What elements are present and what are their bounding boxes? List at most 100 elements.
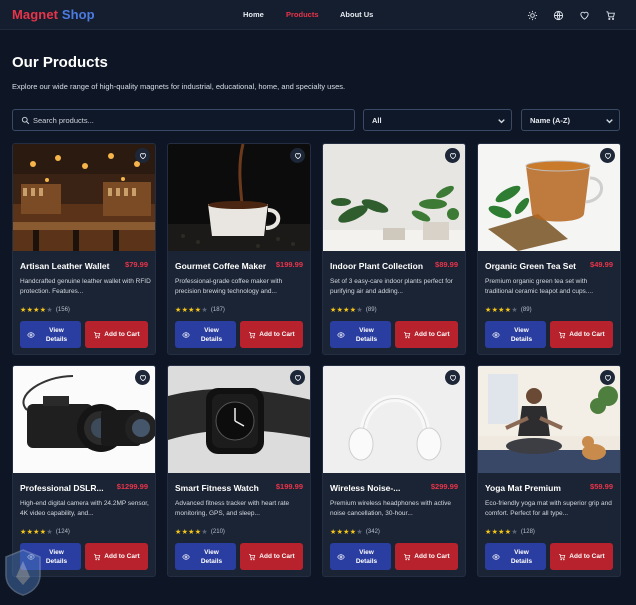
view-details-label: View Details xyxy=(510,548,533,565)
product-image[interactable] xyxy=(13,366,155,473)
heart-icon xyxy=(449,152,456,159)
eye-icon xyxy=(181,553,190,560)
search-icon xyxy=(21,116,30,125)
product-card[interactable]: Smart Fitness Watch $199.99 Advanced fit… xyxy=(167,365,311,577)
add-to-cart-button[interactable]: Add to Cart xyxy=(85,321,148,348)
add-to-cart-button[interactable]: Add to Cart xyxy=(240,543,303,570)
product-description: Premium wireless headphones with active … xyxy=(330,500,452,517)
product-price: $59.99 xyxy=(590,482,613,491)
product-description: Set of 3 easy-care indoor plants perfect… xyxy=(330,278,453,295)
favorite-button[interactable] xyxy=(600,148,615,163)
view-details-label: View Details xyxy=(355,548,378,565)
review-count: (156) xyxy=(55,306,70,313)
product-card[interactable]: Professional DSLR... $1299.99 High-end d… xyxy=(12,365,156,577)
product-card[interactable]: Yoga Mat Premium $59.99 Eco-friendly yog… xyxy=(477,365,621,577)
product-name[interactable]: Artisan Leather Wallet xyxy=(20,261,120,273)
add-to-cart-button[interactable]: Add to Cart xyxy=(550,543,613,570)
view-details-button[interactable]: View Details xyxy=(330,543,391,570)
product-rating: ★★★★★ (128) xyxy=(485,527,535,536)
nav-home[interactable]: Home xyxy=(243,10,264,19)
product-image[interactable] xyxy=(13,144,155,251)
add-to-cart-label: Add to Cart xyxy=(104,331,140,338)
review-count: (124) xyxy=(55,528,70,535)
product-image[interactable] xyxy=(168,366,310,473)
product-card[interactable]: Gourmet Coffee Maker $199.99 Professiona… xyxy=(167,143,311,355)
product-name[interactable]: Professional DSLR... xyxy=(20,483,120,495)
favorite-button[interactable] xyxy=(290,148,305,163)
add-to-cart-button[interactable]: Add to Cart xyxy=(240,321,303,348)
product-image[interactable] xyxy=(478,144,620,251)
product-image[interactable] xyxy=(478,366,620,473)
cart-icon xyxy=(249,553,256,560)
chevron-down-icon xyxy=(606,119,613,124)
heart-icon[interactable] xyxy=(577,8,591,22)
favorite-button[interactable] xyxy=(135,370,150,385)
add-to-cart-button[interactable]: Add to Cart xyxy=(395,321,458,348)
product-name[interactable]: Yoga Mat Premium xyxy=(485,483,585,495)
product-card[interactable]: Indoor Plant Collection $89.99 Set of 3 … xyxy=(322,143,466,355)
view-details-button[interactable]: View Details xyxy=(485,321,546,348)
search-input[interactable] xyxy=(33,112,343,128)
view-details-button[interactable]: View Details xyxy=(175,543,236,570)
favorite-button[interactable] xyxy=(445,370,460,385)
product-name[interactable]: Wireless Noise-... xyxy=(330,483,430,495)
view-details-button[interactable]: View Details xyxy=(330,321,391,348)
product-name[interactable]: Organic Green Tea Set xyxy=(485,261,585,273)
cart-icon xyxy=(94,553,101,560)
add-to-cart-button[interactable]: Add to Cart xyxy=(550,321,613,348)
product-name[interactable]: Indoor Plant Collection xyxy=(330,261,430,273)
globe-icon[interactable] xyxy=(551,8,565,22)
review-count: (342) xyxy=(365,528,380,535)
product-name[interactable]: Gourmet Coffee Maker xyxy=(175,261,275,273)
review-count: (210) xyxy=(210,528,225,535)
product-name[interactable]: Smart Fitness Watch xyxy=(175,483,275,495)
sort-select[interactable]: Name (A-Z) xyxy=(521,109,620,131)
category-select-value: All xyxy=(372,116,382,125)
category-select[interactable]: All xyxy=(363,109,512,131)
favorite-button[interactable] xyxy=(290,370,305,385)
view-details-button[interactable]: View Details xyxy=(485,543,546,570)
star-rating-icon: ★★★★★ xyxy=(20,305,53,314)
product-rating: ★★★★★ (156) xyxy=(20,305,70,314)
eye-icon xyxy=(491,331,500,338)
brand-logo[interactable]: Magnet Shop xyxy=(12,7,95,22)
cart-icon[interactable] xyxy=(603,8,617,22)
product-rating: ★★★★★ (342) xyxy=(330,527,380,536)
product-card[interactable]: Wireless Noise-... $299.99 Premium wirel… xyxy=(322,365,466,577)
theme-toggle-icon[interactable] xyxy=(525,8,539,22)
cart-icon xyxy=(559,553,566,560)
favorite-button[interactable] xyxy=(600,370,615,385)
product-card[interactable]: Organic Green Tea Set $49.99 Premium org… xyxy=(477,143,621,355)
product-image[interactable] xyxy=(323,144,465,251)
favorite-button[interactable] xyxy=(445,148,460,163)
star-rating-icon: ★★★★★ xyxy=(485,527,518,536)
product-card[interactable]: Artisan Leather Wallet $79.99 Handcrafte… xyxy=(12,143,156,355)
add-to-cart-button[interactable]: Add to Cart xyxy=(85,543,148,570)
star-rating-icon: ★★★★★ xyxy=(330,305,363,314)
favorite-button[interactable] xyxy=(135,148,150,163)
view-details-label: View Details xyxy=(200,326,223,343)
brand-name-part2: Shop xyxy=(61,7,95,22)
view-details-button[interactable]: View Details xyxy=(175,321,236,348)
product-image[interactable] xyxy=(168,144,310,251)
product-description: Professional-grade coffee maker with pre… xyxy=(175,278,283,295)
product-price: $1299.99 xyxy=(116,482,148,491)
nav-products[interactable]: Products xyxy=(286,10,319,19)
cart-icon xyxy=(559,331,566,338)
view-details-label: View Details xyxy=(200,548,223,565)
star-rating-icon: ★★★★★ xyxy=(20,527,53,536)
add-to-cart-button[interactable]: Add to Cart xyxy=(395,543,458,570)
watermark-seal xyxy=(5,549,41,596)
product-image[interactable] xyxy=(323,366,465,473)
product-price: $199.99 xyxy=(275,260,303,269)
add-to-cart-label: Add to Cart xyxy=(104,553,140,560)
add-to-cart-label: Add to Cart xyxy=(259,331,295,338)
star-rating-icon: ★★★★★ xyxy=(330,527,363,536)
page-subtitle: Explore our wide range of high-quality m… xyxy=(12,82,346,91)
view-details-button[interactable]: View Details xyxy=(20,321,81,348)
view-details-label: View Details xyxy=(45,326,68,343)
eye-icon xyxy=(181,331,190,338)
product-rating: ★★★★★ (89) xyxy=(330,305,377,314)
nav-about-us[interactable]: About Us xyxy=(340,10,373,19)
product-rating: ★★★★★ (124) xyxy=(20,527,70,536)
